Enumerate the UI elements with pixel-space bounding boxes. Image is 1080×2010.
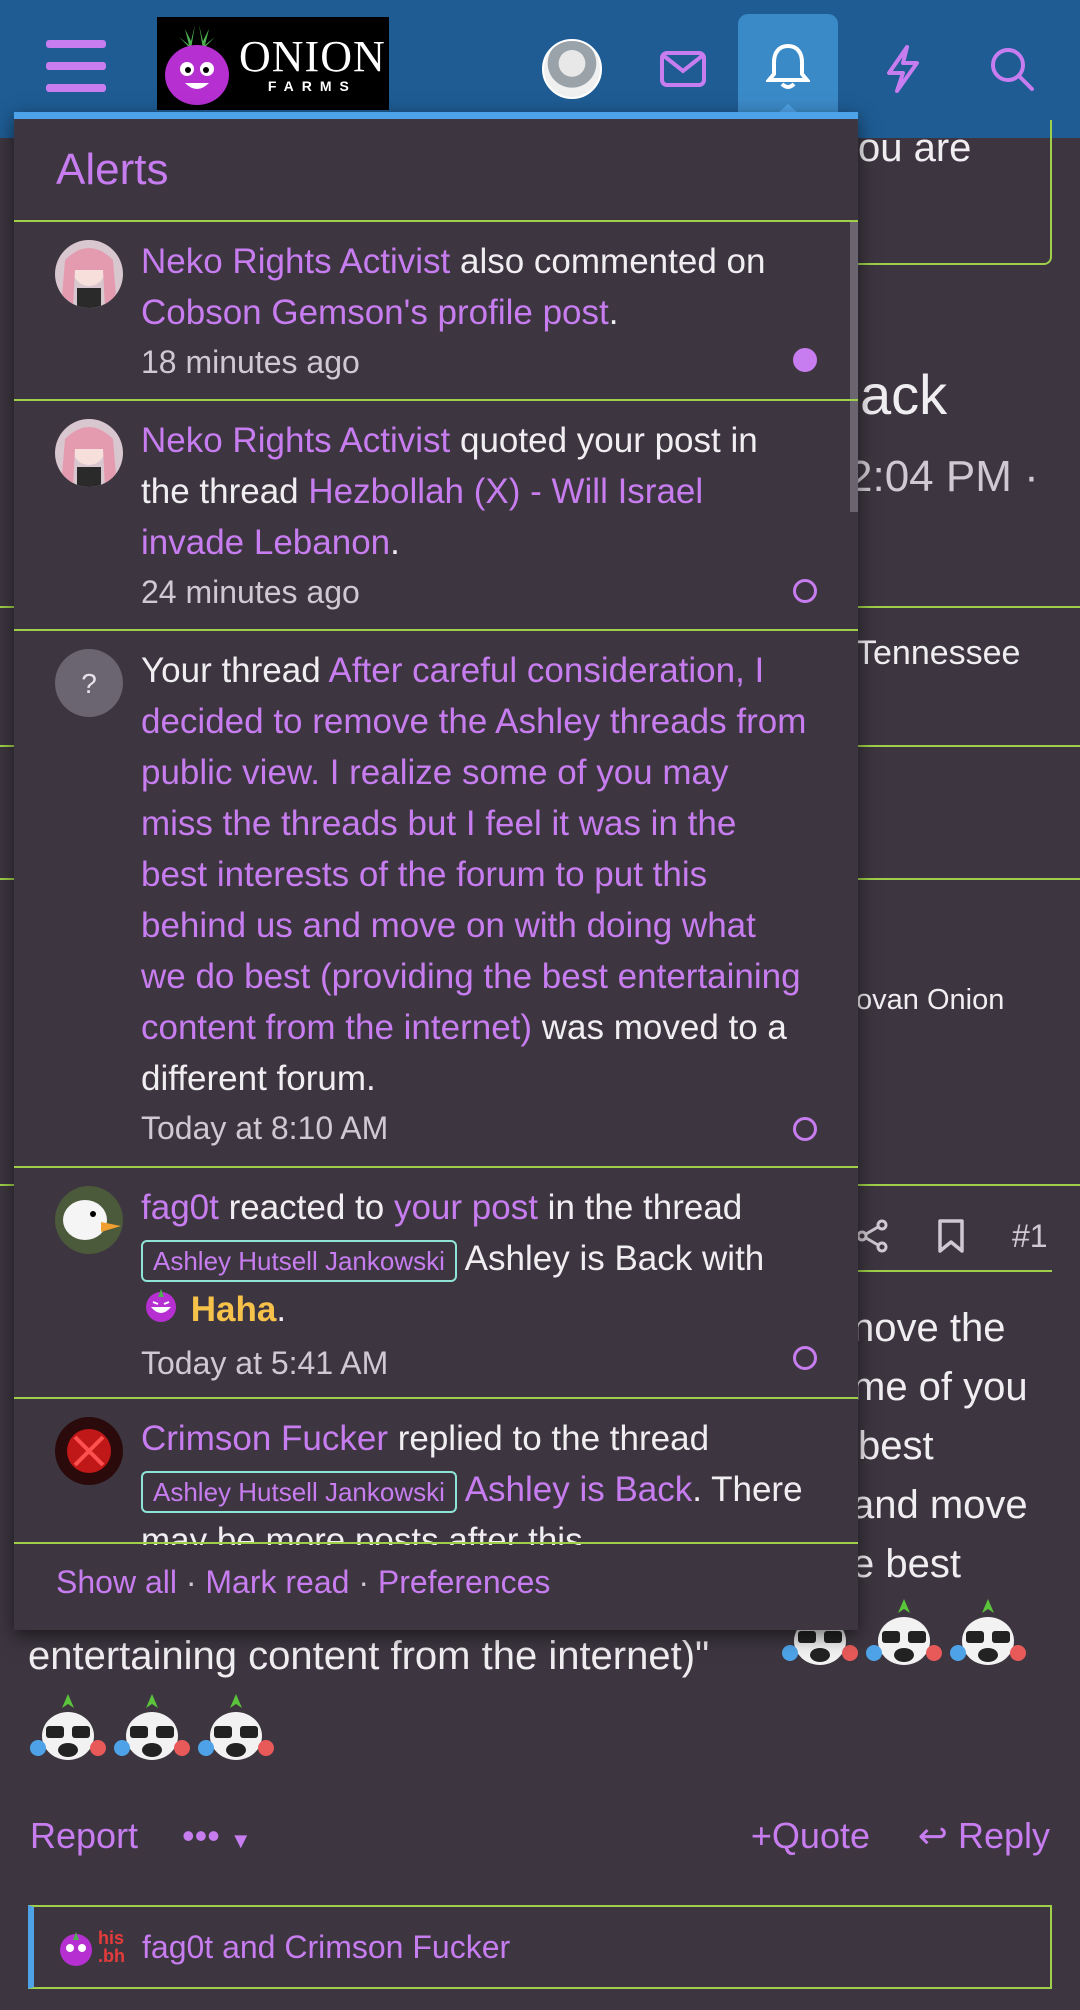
search-icon[interactable]	[962, 20, 1062, 118]
mark-read-link[interactable]: Mark read	[205, 1564, 349, 1600]
alerts-popup: Alerts Neko Rights Activist also comment…	[14, 112, 858, 1630]
logo-title: ONION	[239, 31, 386, 81]
alert-time: Today at 5:41 AM	[141, 1344, 389, 1381]
alert-text: reacted to	[218, 1188, 394, 1227]
alert-user-link[interactable]: fag0t	[141, 1188, 219, 1227]
quote-label: Quote	[771, 1815, 870, 1856]
user-avatar[interactable]	[55, 1417, 123, 1485]
reaction-name: Haha	[190, 1290, 277, 1329]
thread-title-fragment: ack	[860, 363, 948, 426]
haha-reaction-icon	[141, 1285, 181, 1339]
alert-text: Your thread	[141, 651, 329, 690]
alert-post-link[interactable]: your post	[394, 1188, 538, 1227]
user-title-fragment: ovan Onion	[856, 984, 1005, 1016]
read-dot-icon[interactable]	[793, 579, 817, 603]
alert-time: Today at 8:10 AM	[141, 1110, 389, 1146]
alert-time: 24 minutes ago	[141, 574, 360, 610]
plus-icon: +	[750, 1815, 772, 1856]
alert-text: .	[608, 293, 619, 332]
show-all-link[interactable]: Show all	[56, 1564, 177, 1600]
alert-text: replied to the thread	[387, 1419, 710, 1458]
alerts-footer: Show all · Mark read · Preferences	[14, 1542, 858, 1630]
onion-logo-icon	[157, 17, 237, 110]
separator: ·	[176, 1564, 206, 1600]
reply-label: Reply	[957, 1815, 1050, 1856]
alert-text: in the thread	[537, 1188, 743, 1227]
alert-thread-link[interactable]: After careful consideration, I decided t…	[141, 651, 806, 1047]
avatar	[542, 39, 602, 99]
alert-text: with	[702, 1239, 765, 1278]
divider	[850, 1270, 1052, 1272]
preferences-link[interactable]: Preferences	[378, 1564, 551, 1600]
thread-prefix-tag[interactable]: Ashley Hutsell Jankowski	[141, 1470, 457, 1513]
alert-text: .	[390, 523, 400, 562]
alert-time: 18 minutes ago	[141, 344, 360, 380]
post-number[interactable]: #1	[1012, 1218, 1048, 1255]
reaction-badge-label: his .bh	[98, 1928, 125, 1966]
user-avatar[interactable]	[55, 1186, 123, 1254]
separator: ·	[349, 1564, 378, 1600]
alert-target-link[interactable]: Cobson Gemson's profile post	[141, 293, 609, 332]
thread-time-fragment: 2:04 PM ·	[848, 452, 1039, 501]
alert-text: also commented on	[450, 242, 766, 281]
user-avatar[interactable]	[55, 419, 123, 487]
alert-user-link[interactable]: Crimson Fucker	[141, 1419, 388, 1458]
bookmark-icon[interactable]	[926, 1206, 976, 1266]
inbox-icon[interactable]	[633, 20, 733, 118]
read-dot-icon[interactable]	[793, 1117, 817, 1141]
read-dot-icon[interactable]	[793, 1346, 817, 1370]
alert-text: .	[276, 1290, 287, 1329]
emote-row	[28, 1690, 276, 1770]
post-text-line: e best	[852, 1542, 961, 1586]
more-options-label: •••	[182, 1815, 220, 1856]
alerts-list: Neko Rights Activist also commented on C…	[14, 222, 858, 1545]
onion-emote-icon	[112, 1690, 192, 1770]
alert-user-link[interactable]: Neko Rights Activist	[141, 242, 450, 281]
placeholder-avatar: ?	[55, 649, 123, 717]
site-logo[interactable]: ONION FARMS	[157, 17, 389, 110]
alert-thread-title: Ashley is Back	[456, 1239, 693, 1278]
user-avatar[interactable]	[55, 240, 123, 308]
report-button[interactable]: Report	[30, 1815, 138, 1857]
post-action-bar: Report ••• ▼ +Quote ↩ Reply	[30, 1815, 1050, 1865]
reactions-bar[interactable]: his .bh fag0t and Crimson Fucker	[28, 1905, 1052, 1989]
onion-emote-icon	[28, 1690, 108, 1770]
quote-button[interactable]: +Quote	[751, 1815, 870, 1857]
post-text-line: nove the	[852, 1306, 1006, 1350]
onion-emote-icon	[864, 1595, 944, 1675]
post-text-line: and move	[852, 1483, 1028, 1527]
unread-dot-icon[interactable]	[793, 348, 817, 372]
chevron-down-icon: ▼	[229, 1828, 252, 1853]
background-text-fragment: ou are	[858, 126, 972, 170]
menu-icon[interactable]	[46, 40, 106, 94]
alert-item[interactable]: Neko Rights Activist quoted your post in…	[14, 401, 858, 631]
reaction-emote-icon: his .bh	[56, 1926, 134, 1968]
alert-item[interactable]: fag0t reacted to your post in the thread…	[14, 1168, 858, 1399]
reply-button[interactable]: ↩ Reply	[918, 1815, 1050, 1857]
reaction-users[interactable]: fag0t and Crimson Fucker	[142, 1929, 510, 1966]
account-avatar-button[interactable]	[522, 20, 622, 118]
alert-item[interactable]: Crimson Fucker replied to the thread Ash…	[14, 1399, 858, 1545]
alerts-title: Alerts	[14, 119, 858, 222]
location-fragment: Tennessee	[856, 634, 1021, 672]
reply-arrow-icon: ↩	[917, 1815, 948, 1856]
more-options-button[interactable]: ••• ▼	[182, 1815, 252, 1857]
alert-text: .	[692, 1470, 703, 1509]
alert-item[interactable]: ? Your thread After careful consideratio…	[14, 631, 858, 1168]
onion-emote-icon	[948, 1595, 1028, 1675]
post-text-line: me of you	[852, 1365, 1028, 1409]
thread-prefix-tag[interactable]: Ashley Hutsell Jankowski	[141, 1239, 457, 1282]
alert-thread-link[interactable]: Ashley is Back	[465, 1470, 693, 1509]
onion-emote-icon	[196, 1690, 276, 1770]
alerts-bell-icon[interactable]	[738, 14, 838, 120]
logo-subtitle: FARMS	[267, 77, 357, 94]
post-text-line: best	[858, 1424, 934, 1468]
alert-item[interactable]: Neko Rights Activist also commented on C…	[14, 222, 858, 401]
alert-user-link[interactable]: Neko Rights Activist	[141, 421, 450, 460]
whats-new-bolt-icon[interactable]	[853, 20, 953, 118]
post-text-line: entertaining content from the internet)"	[28, 1634, 710, 1678]
